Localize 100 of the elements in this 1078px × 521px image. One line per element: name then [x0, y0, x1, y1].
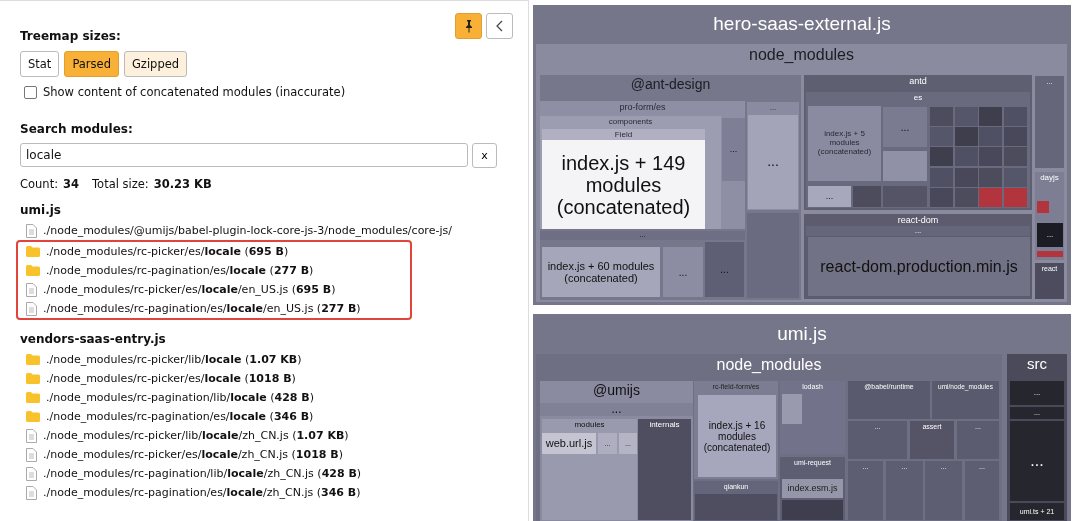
- size-toggle[interactable]: Stat: [20, 51, 60, 77]
- treemap-cell[interactable]: [536, 354, 1002, 521]
- module-path[interactable]: ./node_modules/rc-pagination/lib/locale/zh_CN.js (428 B): [43, 467, 362, 480]
- treemap-cell[interactable]: ...: [748, 115, 798, 209]
- treemap-cell[interactable]: [695, 494, 777, 520]
- treemap-cell[interactable]: [979, 187, 1002, 207]
- treemap-cell[interactable]: es index.js + 5 modules (concatenated) ... ...: [806, 92, 1030, 208]
- module-path[interactable]: ./node_modules/rc-picker/es/locale/en_US.js (695 B): [43, 283, 336, 296]
- module-label: ...: [1030, 452, 1044, 470]
- module-label: components: [608, 118, 653, 127]
- file-icon: [26, 301, 37, 316]
- treemap-cell[interactable]: [954, 147, 978, 167]
- treemap-cell[interactable]: ...: [1037, 223, 1063, 247]
- treemap-cell[interactable]: [1003, 187, 1027, 207]
- treemap-cell[interactable]: ...: [808, 186, 851, 207]
- section-label: Search modules:: [20, 122, 134, 136]
- module-label: @ant-design: [630, 77, 711, 93]
- treemap-cell[interactable]: [930, 107, 953, 126]
- module-path[interactable]: ./node_modules/rc-pagination/es/locale/zh_CN.js (346 B): [43, 486, 361, 499]
- treemap-cell[interactable]: ...: [540, 231, 745, 240]
- treemap-cell[interactable]: [954, 187, 978, 207]
- treemap-cell[interactable]: [979, 127, 1002, 147]
- treemap-cell[interactable]: [1003, 127, 1027, 147]
- treemap-cell[interactable]: react-dom.production.min.js: [808, 237, 1030, 296]
- module-label: ...: [769, 104, 777, 113]
- bundle-title: umi.js: [776, 323, 828, 345]
- treemap-cell[interactable]: [979, 167, 1002, 187]
- treemap-cell[interactable]: pro-form/es components Field index.js + 149 modules (concatenated) ...: [540, 101, 745, 229]
- module-label: ...: [1033, 388, 1041, 398]
- pin-button[interactable]: [455, 13, 482, 39]
- module-path[interactable]: ./node_modules/rc-picker/es/locale (695 B): [46, 245, 289, 258]
- treemap-cell[interactable]: ...: [722, 118, 745, 181]
- size-toggle[interactable]: Parsed: [64, 51, 119, 77]
- treemap-cell[interactable]: [1037, 251, 1063, 257]
- treemap-cell[interactable]: index.esm.js: [782, 479, 843, 498]
- module-label: index.js + 16 modules (concatenated): [702, 419, 772, 453]
- module-label: antd: [909, 77, 927, 87]
- treemap-cell[interactable]: antd es index.js + 5 modules (concatenated) ... ...: [804, 75, 1032, 210]
- treemap-cell[interactable]: [930, 187, 953, 207]
- treemap-cell[interactable]: [782, 500, 843, 520]
- treemap-cell[interactable]: [979, 107, 1002, 126]
- treemap-cell[interactable]: [853, 186, 881, 207]
- module-label: ...: [720, 264, 729, 275]
- module-path[interactable]: ./node_modules/rc-pagination/es/locale/en_US.js (277 B): [43, 302, 361, 315]
- treemap-cell[interactable]: [930, 127, 953, 147]
- search-field[interactable]: locale: [20, 143, 468, 167]
- treemap-cell[interactable]: internals: [638, 419, 691, 520]
- module-label: @umijs: [593, 383, 640, 399]
- treemap-cell[interactable]: [782, 394, 802, 424]
- treemap-cell[interactable]: index.js + 60 modules (concatenated): [542, 247, 660, 297]
- size-toggle[interactable]: Gzipped: [123, 51, 188, 77]
- treemap-cell[interactable]: index.js + 149 modules (concatenated): [542, 140, 705, 229]
- module-path[interactable]: ./node_modules/rc-pagination/es/locale (277 B): [46, 264, 314, 277]
- treemap-cell[interactable]: ... ...: [747, 102, 799, 210]
- treemap-cell[interactable]: index.js + 5 modules (concatenated): [808, 106, 881, 181]
- checkbox[interactable]: [24, 85, 37, 99]
- treemap-cell[interactable]: @ant-design pro-form/es components Field index.js + 149 modules (concatenated) ... ... ... ... index.js + 60 modules (concatenated) ... ...: [540, 75, 801, 300]
- treemap-cell[interactable]: [1003, 147, 1027, 167]
- module-path[interactable]: ./node_modules/rc-picker/lib/locale (1.07 KB): [46, 353, 302, 366]
- treemap-cell[interactable]: index.js + 16 modules (concatenated): [698, 395, 776, 477]
- treemap-cell[interactable]: components Field index.js + 149 modules (concatenated): [540, 116, 721, 229]
- module-label: index.js + 5 modules (concatenated): [816, 130, 873, 157]
- treemap-cell[interactable]: ...: [1010, 381, 1064, 405]
- module-path[interactable]: ./node_modules/@umijs/babel-plugin-lock-core-js-3/node_modules/core-js/: [43, 224, 452, 237]
- module-label: ...: [1046, 230, 1054, 240]
- module-path[interactable]: ./node_modules/rc-picker/es/locale/zh_CN.js (1018 B): [43, 448, 343, 461]
- treemap-cell[interactable]: Field index.js + 149 modules (concatenated): [542, 129, 705, 229]
- treemap-cell[interactable]: [930, 147, 953, 167]
- module-path[interactable]: ./node_modules/rc-picker/es/locale (1018 B): [46, 372, 296, 385]
- module-label: ...: [729, 144, 738, 155]
- treemap-cell[interactable]: [954, 107, 978, 126]
- treemap-cell[interactable]: ...: [663, 247, 703, 297]
- treemap-cell[interactable]: [1037, 201, 1049, 213]
- treemap-cell[interactable]: [1003, 107, 1027, 126]
- treemap-cell[interactable]: ...: [1010, 421, 1064, 501]
- file-icon: [26, 223, 37, 238]
- chevron-left-icon: [495, 20, 504, 32]
- treemap-cell[interactable]: [954, 167, 978, 187]
- checkbox-label: Show content of concatenated modules (inaccurate): [43, 85, 346, 99]
- treemap-cell[interactable]: [930, 167, 953, 187]
- treemap-cell[interactable]: [979, 147, 1002, 167]
- file-icon: [26, 485, 37, 500]
- folder-icon: [26, 354, 40, 365]
- module-path[interactable]: ./node_modules/rc-picker/lib/locale/zh_CN.js (1.07 KB): [43, 429, 349, 442]
- treemap-cell[interactable]: react-dom ... react-dom.production.min.js: [804, 214, 1032, 299]
- treemap-cell[interactable]: [883, 186, 927, 207]
- treemap-cell[interactable]: [1003, 167, 1027, 187]
- module-label: index.js + 149 modules (concatenated): [555, 151, 692, 218]
- module-path[interactable]: ./node_modules/rc-pagination/lib/locale (428 B): [46, 391, 314, 404]
- treemap-cell[interactable]: [536, 44, 1067, 302]
- treemap-cell[interactable]: ...: [540, 403, 693, 416]
- module-label: node_modules: [716, 356, 822, 374]
- treemap-cell[interactable]: ...: [883, 107, 927, 147]
- module-label: react-dom: [897, 216, 939, 226]
- treemap-cell[interactable]: ...: [806, 226, 1030, 236]
- treemap-cell[interactable]: [883, 151, 927, 181]
- clear-button[interactable]: x: [472, 143, 497, 168]
- treemap-cell[interactable]: [954, 127, 978, 147]
- treemap-cell[interactable]: dayjs ...: [1035, 172, 1064, 260]
- module-path[interactable]: ./node_modules/rc-pagination/es/locale (346 B): [46, 410, 314, 423]
